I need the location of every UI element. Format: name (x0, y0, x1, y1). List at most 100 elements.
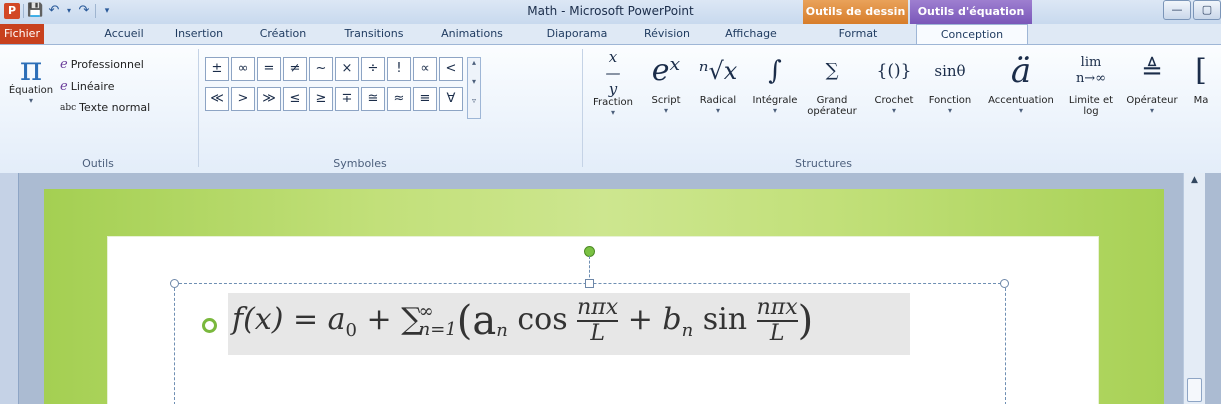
formula-part: L (590, 321, 605, 346)
limit-log-button[interactable]: lim n→∞ Limite et log (1064, 47, 1118, 117)
button-label: Limite et log (1068, 95, 1114, 117)
title-bar: P 💾 ↶ ▾ ↷ ▾ Math - Microsoft PowerPoint … (0, 0, 1221, 24)
button-label: Script (651, 95, 681, 106)
symbol-much-less[interactable]: ≪ (205, 87, 229, 111)
button-label: Grand opérateur (807, 95, 857, 117)
scroll-up-icon[interactable]: ▲ (1184, 175, 1205, 185)
context-tab-equation-tools: Outils d'équation (910, 0, 1032, 24)
button-label: Radical (699, 95, 737, 106)
equation-button[interactable]: π Équation ▾ (6, 49, 56, 105)
script-icon: eˣ (651, 53, 681, 88)
context-tab-drawing-tools: Outils de dessin (803, 0, 908, 24)
symbol-approx[interactable]: ≈ (387, 87, 411, 111)
formula-part: n (496, 320, 508, 341)
tab-transitions[interactable]: Transitions (336, 24, 412, 44)
bracket-button[interactable]: {()} Crochet ▾ (870, 47, 918, 115)
chevron-down-icon: ▾ (1018, 106, 1023, 115)
option-texte-normal[interactable]: abc Texte normal (60, 101, 150, 114)
maximize-button[interactable]: ▢ (1193, 0, 1221, 20)
ribbon-tabs: Fichier Accueil Insertion Création Trans… (0, 24, 1221, 46)
tab-creation[interactable]: Création (252, 24, 314, 44)
more-icon[interactable]: ▿ (468, 96, 480, 105)
large-operator-button[interactable]: ∑ Grand opérateur (806, 47, 858, 117)
symbol-times[interactable]: × (335, 57, 359, 81)
fourier-formula[interactable]: f(x) = a0 + ∑ ∞ n=1 (an cos nπx L + bn sin n… (232, 296, 813, 346)
scroll-thumb[interactable] (1187, 378, 1202, 402)
operator-icon: ≜ (1141, 56, 1163, 86)
gallery-scroll[interactable]: ▴ ▾ ▿ (467, 57, 481, 119)
button-label: Ma (1193, 95, 1209, 106)
symbol-plus-minus[interactable]: ± (205, 57, 229, 81)
operator-button[interactable]: ≜ Opérateur ▾ (1122, 47, 1182, 115)
chevron-down-icon[interactable]: ▾ (468, 77, 480, 86)
limit-icon: lim n→∞ (1075, 55, 1107, 86)
symbol-equals[interactable]: = (257, 57, 281, 81)
symbol-proportional[interactable]: ∝ (413, 57, 437, 81)
slides-pane-edge[interactable] (0, 173, 19, 404)
symbol-less-equal[interactable]: ≤ (283, 87, 307, 111)
option-label: Professionnel (70, 58, 144, 71)
linear-format-icon: e (60, 79, 68, 94)
button-label: Accentuation (988, 95, 1054, 106)
formula-part: + b (618, 302, 682, 337)
formula-part: cos (507, 302, 578, 337)
symbol-not-equal[interactable]: ≠ (283, 57, 307, 81)
button-label: Crochet (874, 95, 914, 106)
accent-button[interactable]: ä Accentuation ▾ (982, 47, 1060, 115)
symbol-minus-plus[interactable]: ∓ (335, 87, 359, 111)
symbol-congruent[interactable]: ≅ (361, 87, 385, 111)
symbol-infinity[interactable]: ∞ (231, 57, 255, 81)
chevron-down-icon: ▾ (947, 106, 952, 115)
tab-conception[interactable]: Conception (916, 24, 1028, 46)
radical-button[interactable]: ⁿ√x Radical ▾ (692, 47, 744, 115)
function-button[interactable]: sinθ Fonction ▾ (922, 47, 978, 115)
option-lineaire[interactable]: e Linéaire (60, 79, 114, 94)
formula-part: nπx (756, 295, 798, 322)
integral-button[interactable]: ∫ Intégrale ▾ (746, 47, 804, 115)
tab-revision[interactable]: Révision (632, 24, 702, 44)
symbol-greater-than[interactable]: > (231, 87, 255, 111)
formula-part: L (769, 321, 785, 346)
radical-icon: ⁿ√x (698, 57, 738, 85)
script-button[interactable]: eˣ Script ▾ (642, 47, 690, 115)
bullet-icon (202, 318, 217, 333)
symbol-greater-equal[interactable]: ≥ (309, 87, 333, 111)
tab-insertion[interactable]: Insertion (170, 24, 228, 44)
formula-part: (a (456, 298, 497, 344)
vertical-scrollbar[interactable]: ▲ (1183, 173, 1205, 404)
group-label-symboles: Symboles (333, 157, 387, 170)
fraction-icon: x — y (605, 48, 621, 98)
resize-handle-top-right[interactable] (1000, 279, 1009, 288)
symbol-tilde[interactable]: ~ (309, 57, 333, 81)
option-professionnel[interactable]: e Professionnel (60, 57, 144, 72)
tab-fichier[interactable]: Fichier (0, 24, 44, 44)
group-outils: π Équation ▾ e Professionnel e Linéaire … (0, 47, 196, 170)
chevron-down-icon: ▾ (28, 96, 33, 105)
symbol-factorial[interactable]: ! (387, 57, 411, 81)
button-label: Fonction (928, 95, 972, 106)
minimize-button[interactable]: — (1163, 0, 1191, 20)
tab-animations[interactable]: Animations (434, 24, 510, 44)
function-icon: sinθ (934, 62, 966, 80)
pi-icon: π (19, 49, 43, 89)
tab-accueil[interactable]: Accueil (94, 24, 154, 44)
tab-format[interactable]: Format (818, 24, 898, 44)
professional-format-icon: e (60, 57, 68, 72)
matrix-button[interactable]: [ Ma (1186, 47, 1216, 106)
symbol-much-greater[interactable]: ≫ (257, 87, 281, 111)
symbol-less-than[interactable]: < (439, 57, 463, 81)
symbol-divide[interactable]: ÷ (361, 57, 385, 81)
chevron-up-icon[interactable]: ▴ (468, 58, 480, 67)
tab-affichage[interactable]: Affichage (712, 24, 790, 44)
tab-diaporama[interactable]: Diaporama (534, 24, 620, 44)
resize-handle-top-left[interactable] (170, 279, 179, 288)
symbol-identical[interactable]: ≡ (413, 87, 437, 111)
accent-icon: ä (1010, 51, 1032, 91)
formula-part: sin (693, 302, 757, 337)
resize-handle-top-middle[interactable] (585, 279, 594, 288)
bracket-icon: {()} (876, 61, 912, 81)
window-controls: — ▢ (1163, 0, 1221, 20)
fraction-button[interactable]: x — y Fraction ▾ (586, 47, 640, 117)
symbol-for-all[interactable]: ∀ (439, 87, 463, 111)
sigma-icon: ∑ (825, 60, 839, 81)
